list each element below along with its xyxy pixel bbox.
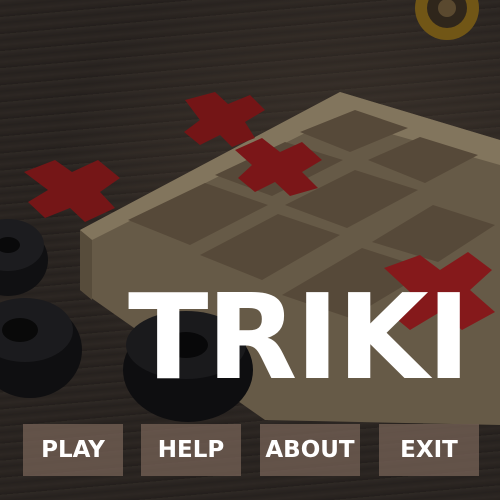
main-menu: PLAY HELP ABOUT EXIT [23,424,479,476]
play-button[interactable]: PLAY [23,424,123,476]
exit-button[interactable]: EXIT [379,424,479,476]
help-button[interactable]: HELP [141,424,241,476]
game-title: TRIKI [128,268,471,406]
about-button[interactable]: ABOUT [260,424,360,476]
main-menu-screen: TRIKI PLAY HELP ABOUT EXIT [0,0,500,500]
